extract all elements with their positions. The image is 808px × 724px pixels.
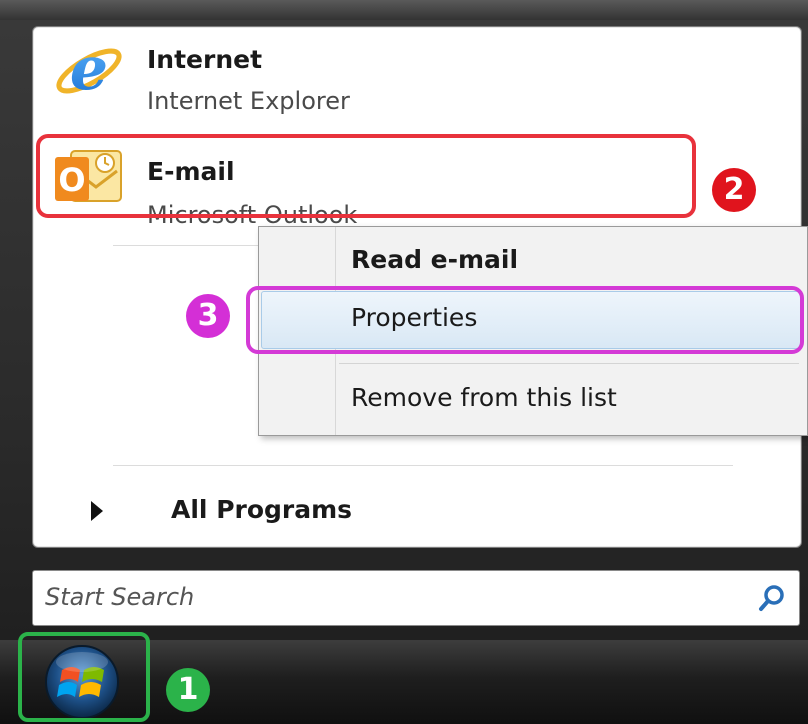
all-programs-button[interactable]: All Programs bbox=[63, 491, 463, 531]
step-1-highlight bbox=[18, 632, 150, 722]
search-icon[interactable] bbox=[757, 583, 787, 613]
step-2-badge: 2 bbox=[712, 168, 756, 212]
pinned-title-internet: Internet bbox=[147, 45, 263, 74]
pinned-subtitle-internet: Internet Explorer bbox=[147, 87, 350, 115]
pinned-item-internet[interactable]: e Internet Internet Explorer bbox=[39, 37, 699, 133]
search-placeholder: Start Search bbox=[45, 583, 195, 611]
menu-item-remove-from-list[interactable]: Remove from this list bbox=[351, 383, 617, 412]
context-menu-separator bbox=[339, 363, 799, 364]
start-menu-top-bar bbox=[0, 0, 808, 20]
step-1-badge: 1 bbox=[166, 668, 210, 712]
step-2-highlight bbox=[36, 134, 696, 218]
all-programs-label: All Programs bbox=[171, 495, 353, 524]
all-programs-separator bbox=[113, 465, 733, 466]
menu-item-read-email[interactable]: Read e-mail bbox=[351, 245, 518, 274]
step-3-highlight bbox=[246, 286, 804, 354]
step-3-badge: 3 bbox=[186, 294, 230, 338]
start-search-box[interactable]: Start Search bbox=[32, 570, 800, 626]
arrow-right-icon bbox=[91, 501, 103, 521]
svg-text:e: e bbox=[70, 37, 108, 104]
internet-explorer-icon: e bbox=[56, 37, 122, 104]
